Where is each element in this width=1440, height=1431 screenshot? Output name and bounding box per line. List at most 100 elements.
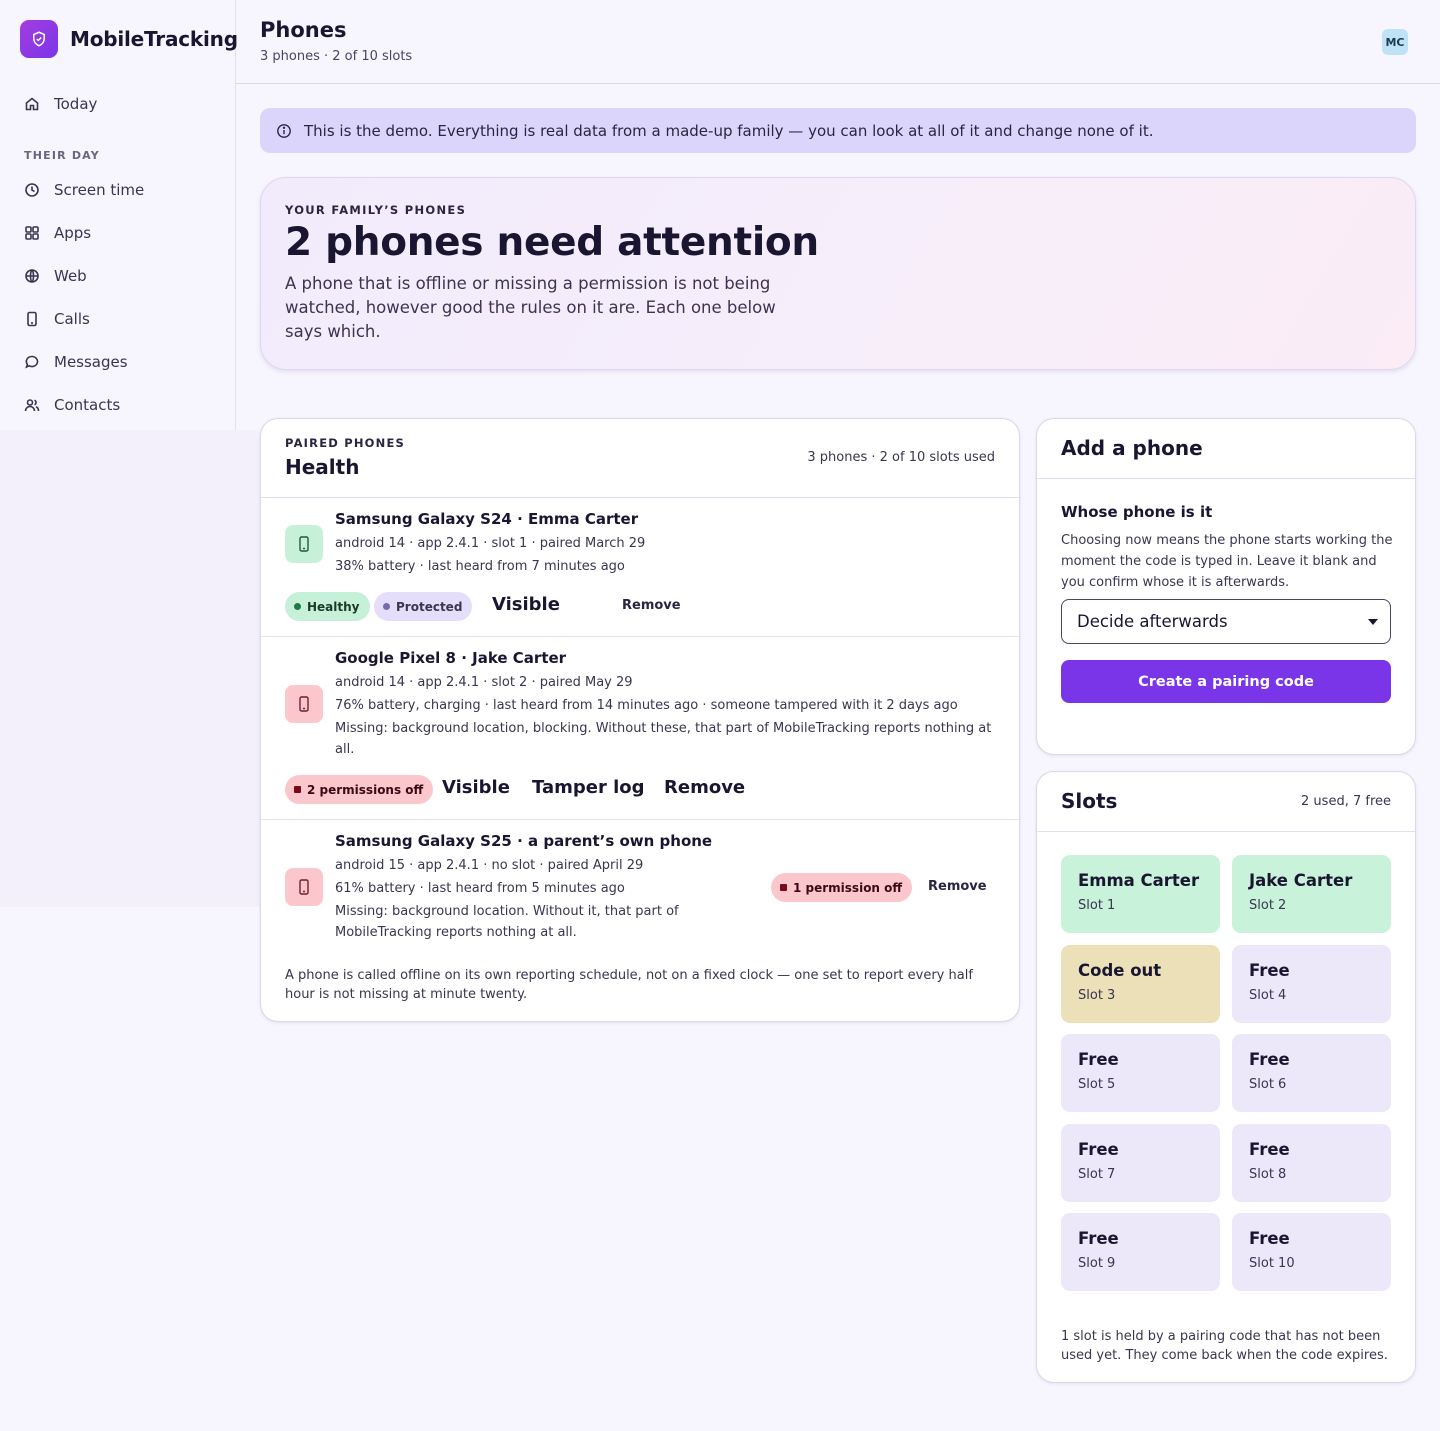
health-kicker: PAIRED PHONES — [285, 436, 406, 450]
add-phone-header: Add a phone — [1037, 419, 1415, 479]
slot-number: Slot 7 — [1078, 1166, 1116, 1182]
owner-label: Whose phone is it — [1061, 503, 1213, 521]
phone-device-icon — [285, 868, 323, 906]
slot-tile: Free Slot 8 — [1232, 1123, 1391, 1202]
slot-number: Slot 5 — [1078, 1077, 1116, 1092]
phone-row: Samsung Galaxy S24 · Emma Carter android… — [261, 498, 1019, 637]
visible-button[interactable]: Visible — [492, 594, 560, 615]
sidebar-item-web[interactable]: Web — [0, 254, 236, 297]
status-badge-permissions-off: 2 permissions off — [285, 775, 434, 804]
create-pairing-code-button[interactable]: Create a pairing code — [1061, 660, 1391, 703]
info-icon — [277, 123, 291, 138]
phone-row: Samsung Galaxy S25 · a parent’s own phon… — [261, 820, 1019, 950]
add-phone-title: Add a phone — [1061, 436, 1203, 460]
owner-help-text: Choosing now means the phone starts work… — [1061, 533, 1393, 590]
phone-name: Google Pixel 8 · Jake Carter — [335, 649, 567, 667]
sidebar-item-label: Screen time — [54, 180, 145, 199]
phone-device-icon — [285, 525, 323, 563]
brand[interactable]: MobileTracking — [20, 20, 238, 58]
sidebar-item-today[interactable]: Today — [0, 82, 236, 125]
owner-select[interactable]: Decide afterwards — [1061, 599, 1391, 644]
add-phone-card: Add a phone Whose phone is it Choosing n… — [1036, 418, 1416, 755]
clock-icon — [25, 182, 39, 197]
slot-name: Jake Carter — [1249, 871, 1353, 890]
slot-number: Slot 9 — [1078, 1256, 1116, 1271]
slot-name: Free — [1249, 1229, 1290, 1248]
phone-missing-permissions: Missing: background location, blocking. … — [335, 721, 992, 757]
users-icon — [24, 398, 40, 411]
sidebar-item-screen-time[interactable]: Screen time — [0, 168, 236, 211]
slot-tile: Emma Carter Slot 1 — [1061, 855, 1220, 933]
slot-tile: Free Slot 6 — [1232, 1034, 1391, 1112]
status-badge-protected: Protected — [374, 592, 473, 621]
chevron-down-icon — [1368, 619, 1378, 625]
page-subtitle: 3 phones · 2 of 10 slots — [260, 49, 413, 64]
slot-name: Free — [1249, 960, 1290, 980]
sidebar-item-label: Calls — [54, 309, 90, 328]
slot-tile: Free Slot 5 — [1061, 1034, 1220, 1112]
page-header: Phones 3 phones · 2 of 10 slots MC — [236, 0, 1440, 84]
slot-tile: Code out Slot 3 — [1061, 944, 1220, 1023]
health-card-header: PAIRED PHONES Health 3 phones · 2 of 10 … — [261, 419, 1019, 498]
remove-button[interactable]: Remove — [664, 777, 745, 798]
status-badge-healthy: Healthy — [285, 592, 370, 621]
health-title: Health — [285, 455, 360, 479]
slot-name: Code out — [1078, 960, 1162, 980]
slot-name: Free — [1078, 1139, 1119, 1159]
sidebar-item-contacts[interactable]: Contacts — [0, 383, 236, 426]
phone-missing-permissions: Missing: background location. Without it… — [335, 904, 679, 940]
remove-button[interactable]: Remove — [928, 879, 987, 894]
demo-banner: This is the demo. Everything is real dat… — [260, 108, 1416, 153]
slot-name: Emma Carter — [1078, 871, 1200, 890]
hero-card: YOUR FAMILY’S PHONES 2 phones need atten… — [260, 177, 1416, 370]
slot-number: Slot 10 — [1249, 1256, 1295, 1271]
sidebar-item-label: Contacts — [54, 395, 121, 414]
slots-count: 2 used, 7 free — [1301, 794, 1391, 809]
sidebar-lower-background — [0, 430, 260, 907]
sidebar: MobileTracking Today THEIR DAY Screen ti… — [0, 0, 238, 430]
shield-logo-icon — [20, 20, 58, 58]
slot-tile: Free Slot 10 — [1232, 1213, 1391, 1291]
slot-tile: Jake Carter Slot 2 — [1232, 855, 1391, 933]
slot-name: Free — [1078, 1050, 1119, 1069]
slot-number: Slot 8 — [1249, 1166, 1287, 1182]
hero-kicker: YOUR FAMILY’S PHONES — [285, 203, 467, 217]
nav-section-heading: THEIR DAY — [24, 149, 100, 162]
slots-note: 1 slot is held by a pairing code that ha… — [1061, 1329, 1388, 1363]
hero-description: A phone that is offline or missing a per… — [285, 274, 776, 341]
tamper-log-button[interactable]: Tamper log — [532, 777, 645, 798]
phone-meta: android 14 · app 2.4.1 · slot 2 · paired… — [335, 675, 633, 690]
health-card: PAIRED PHONES Health 3 phones · 2 of 10 … — [260, 418, 1020, 1022]
phone-icon — [27, 311, 37, 326]
slot-name: Free — [1078, 1229, 1119, 1248]
slot-number: Slot 1 — [1078, 898, 1116, 913]
slots-card: Slots 2 used, 7 free Emma Carter Slot 1 Ja… — [1036, 771, 1416, 1383]
slot-name: Free — [1249, 1050, 1290, 1069]
globe-icon — [25, 268, 39, 283]
page-title: Phones — [260, 18, 347, 42]
phone-device-icon — [285, 685, 323, 723]
status-badge-permission-off: 1 permission off — [771, 873, 913, 902]
remove-button[interactable]: Remove — [622, 598, 681, 613]
slot-name: Free — [1249, 1139, 1290, 1159]
sidebar-item-apps[interactable]: Apps — [0, 211, 236, 254]
phone-name: Samsung Galaxy S25 · a parent’s own phon… — [335, 832, 713, 850]
phone-status: 76% battery, charging · last heard from … — [335, 698, 958, 713]
sidebar-item-messages[interactable]: Messages — [0, 340, 236, 383]
sidebar-nav: Today THEIR DAY Screen time Apps Web Cal… — [0, 82, 236, 426]
avatar[interactable]: MC — [1382, 29, 1408, 55]
offline-footnote: A phone is called offline on its own rep… — [285, 968, 973, 1002]
phone-status: 38% battery · last heard from 7 minutes … — [335, 559, 625, 574]
slots-header: Slots 2 used, 7 free — [1037, 772, 1415, 832]
slot-number: Slot 6 — [1249, 1077, 1287, 1092]
sidebar-item-calls[interactable]: Calls — [0, 297, 236, 340]
home-icon — [25, 96, 39, 110]
slot-number: Slot 4 — [1249, 987, 1287, 1003]
phone-name: Samsung Galaxy S24 · Emma Carter — [335, 510, 639, 528]
visible-button[interactable]: Visible — [442, 777, 510, 798]
phone-row: Google Pixel 8 · Jake Carter android 14 … — [261, 637, 1019, 820]
slot-tile: Free Slot 4 — [1232, 944, 1391, 1023]
grid-icon — [25, 225, 39, 240]
hero-title: 2 phones need attention — [285, 220, 819, 265]
sidebar-item-label: Web — [54, 266, 87, 285]
